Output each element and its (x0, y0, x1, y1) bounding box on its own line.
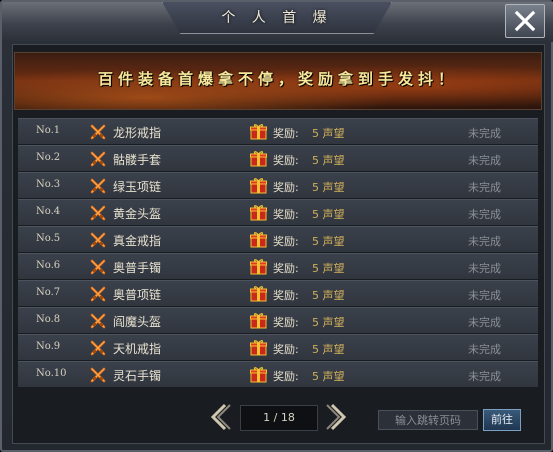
gift-box-icon (250, 285, 267, 302)
reward-value: 5 声望 (312, 370, 345, 383)
chevron-left-icon (210, 403, 231, 431)
crossed-swords-icon (90, 232, 106, 248)
item-name: 灵石手镯 (113, 369, 162, 383)
first-drop-panel: 个 人 首 爆 百件装备首爆拿不停，奖励拿到手发抖！ No.1 龙形戒指 奖励: 5 … (0, 0, 553, 452)
reward-value: 5 声望 (312, 343, 345, 356)
go-button[interactable]: 前往 (483, 409, 521, 431)
next-page-button[interactable] (322, 402, 352, 432)
item-name: 龙形戒指 (113, 126, 162, 140)
close-icon (514, 10, 536, 32)
reward-label: 奖励: (273, 154, 299, 167)
crossed-swords-icon (90, 151, 106, 167)
item-name: 绿玉项链 (113, 180, 162, 194)
status-text: 未完成 (468, 208, 501, 221)
item-name: 奥普项链 (113, 288, 162, 302)
status-text: 未完成 (468, 370, 501, 383)
reward-value: 5 声望 (312, 316, 345, 329)
reward-label: 奖励: (273, 262, 299, 275)
crossed-swords-icon (90, 313, 106, 329)
item-name: 奥普手镯 (113, 261, 162, 275)
reward-label: 奖励: (273, 235, 299, 248)
row-number: No.3 (36, 179, 61, 190)
reward-value: 5 声望 (312, 262, 345, 275)
close-button[interactable] (505, 4, 545, 38)
status-text: 未完成 (468, 343, 501, 356)
item-name: 黄金头盔 (113, 207, 162, 221)
list-row: No.10 灵石手镯 奖励: 5 声望 未完成 (18, 361, 538, 387)
list-row: No.5 真金戒指 奖励: 5 声望 未完成 (18, 226, 538, 252)
page-indicator: 1 / 18 (240, 405, 318, 431)
gift-box-icon (250, 177, 267, 194)
list-row: No.9 天机戒指 奖励: 5 声望 未完成 (18, 334, 538, 360)
reward-label: 奖励: (273, 289, 299, 302)
row-number: No.10 (36, 368, 67, 379)
reward-label: 奖励: (273, 127, 299, 140)
reward-label: 奖励: (273, 181, 299, 194)
row-number: No.7 (36, 287, 61, 298)
gift-box-icon (250, 231, 267, 248)
gift-box-icon (250, 312, 267, 329)
list-row: No.2 骷髅手套 奖励: 5 声望 未完成 (18, 145, 538, 171)
reward-value: 5 声望 (312, 127, 345, 140)
row-number: No.1 (36, 125, 61, 136)
status-text: 未完成 (468, 235, 501, 248)
reward-value: 5 声望 (312, 289, 345, 302)
reward-value: 5 声望 (312, 235, 345, 248)
jump-page-input[interactable] (378, 410, 478, 430)
reward-label: 奖励: (273, 316, 299, 329)
status-text: 未完成 (468, 316, 501, 329)
crossed-swords-icon (90, 178, 106, 194)
list-row: No.7 奥普项链 奖励: 5 声望 未完成 (18, 280, 538, 306)
row-number: No.5 (36, 233, 61, 244)
gift-box-icon (250, 339, 267, 356)
crossed-swords-icon (90, 205, 106, 221)
status-text: 未完成 (468, 262, 501, 275)
reward-value: 5 声望 (312, 208, 345, 221)
reward-label: 奖励: (273, 370, 299, 383)
list-row: No.8 阎魔头盔 奖励: 5 声望 未完成 (18, 307, 538, 333)
gift-box-icon (250, 204, 267, 221)
row-number: No.4 (36, 206, 61, 217)
status-text: 未完成 (468, 154, 501, 167)
list-row: No.4 黄金头盔 奖励: 5 声望 未完成 (18, 199, 538, 225)
item-name: 阎魔头盔 (113, 315, 162, 329)
gift-box-icon (250, 123, 267, 140)
window-title: 个 人 首 爆 (221, 10, 333, 26)
status-text: 未完成 (468, 289, 501, 302)
reward-value: 5 声望 (312, 181, 345, 194)
reward-value: 5 声望 (312, 154, 345, 167)
row-number: No.8 (36, 314, 61, 325)
status-text: 未完成 (468, 127, 501, 140)
previous-page-button[interactable] (205, 402, 235, 432)
reward-label: 奖励: (273, 343, 299, 356)
crossed-swords-icon (90, 340, 106, 356)
crossed-swords-icon (90, 286, 106, 302)
crossed-swords-icon (90, 259, 106, 275)
status-text: 未完成 (468, 181, 501, 194)
row-number: No.6 (36, 260, 61, 271)
item-name: 真金戒指 (113, 234, 162, 248)
row-number: No.9 (36, 341, 61, 352)
crossed-swords-icon (90, 124, 106, 140)
chevron-right-icon (326, 403, 347, 431)
gift-box-icon (250, 366, 267, 383)
list-row: No.1 龙形戒指 奖励: 5 声望 未完成 (18, 118, 538, 144)
reward-label: 奖励: (273, 208, 299, 221)
gift-box-icon (250, 150, 267, 167)
first-drop-list: No.1 龙形戒指 奖励: 5 声望 未完成 No.2 骷髅手套 奖励: 5 声望 未完成 No.3… (18, 118, 538, 388)
item-name: 天机戒指 (113, 342, 162, 356)
crossed-swords-icon (90, 367, 106, 383)
gift-box-icon (250, 258, 267, 275)
banner-text: 百件装备首爆拿不停，奖励拿到手发抖！ (97, 70, 458, 88)
row-number: No.2 (36, 152, 61, 163)
list-row: No.6 奥普手镯 奖励: 5 声望 未完成 (18, 253, 538, 279)
list-row: No.3 绿玉项链 奖励: 5 声望 未完成 (18, 172, 538, 198)
item-name: 骷髅手套 (113, 153, 162, 167)
